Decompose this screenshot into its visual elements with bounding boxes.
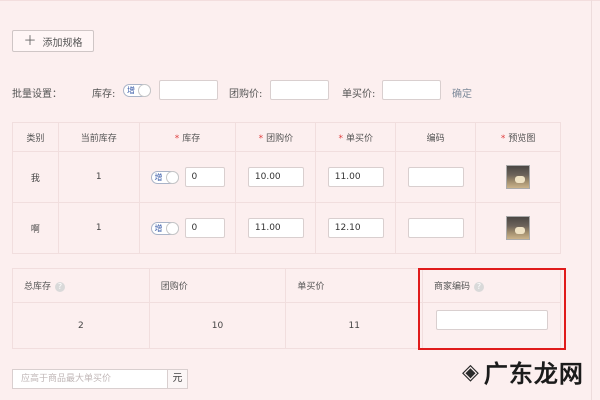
watermark-text: 广东龙网 bbox=[483, 359, 584, 388]
summary-header-single-price: 单买价 bbox=[285, 268, 424, 303]
toggle-knob bbox=[138, 84, 151, 97]
group-price-input[interactable]: 11.00 bbox=[247, 218, 304, 238]
price-unit-label: 元 bbox=[167, 369, 188, 389]
row-code-cell bbox=[395, 151, 477, 203]
code-input[interactable] bbox=[407, 167, 464, 187]
watermark-icon: ◈ bbox=[462, 358, 480, 385]
header-code: 编码 bbox=[395, 122, 477, 152]
single-price-input[interactable]: 12.10 bbox=[327, 218, 384, 238]
batch-group-price-input[interactable] bbox=[270, 80, 329, 100]
batch-title: 批量设置： bbox=[12, 89, 62, 100]
toggle-knob bbox=[165, 221, 179, 235]
help-icon[interactable]: ? bbox=[55, 281, 66, 292]
row-code-cell bbox=[395, 202, 477, 254]
header-stock-label: 库存 bbox=[182, 133, 201, 144]
required-marker: * bbox=[258, 133, 264, 144]
row-category: 啊 bbox=[12, 202, 59, 254]
toggle-text: 增 bbox=[154, 172, 163, 182]
row-preview-cell bbox=[475, 202, 561, 254]
right-divider bbox=[591, 0, 592, 400]
row-preview-cell bbox=[475, 151, 561, 203]
header-group-price-label: 团购价 bbox=[266, 133, 294, 144]
preview-thumbnail[interactable] bbox=[506, 165, 531, 189]
header-preview-label: 预览图 bbox=[508, 133, 536, 144]
summary-single-price: 11 bbox=[285, 302, 424, 349]
summary-header-group-price: 团购价 bbox=[148, 268, 287, 303]
batch-group-price-label: 团购价: bbox=[229, 89, 263, 100]
stock-input[interactable]: 0 bbox=[184, 167, 225, 187]
toggle-text: 增 bbox=[154, 223, 163, 233]
summary-header-total-stock: 总库存? bbox=[12, 268, 150, 303]
row-group-price-cell: 11.00 bbox=[235, 202, 317, 254]
stock-input[interactable]: 0 bbox=[184, 218, 225, 238]
code-input[interactable] bbox=[407, 218, 464, 238]
reference-price-input[interactable]: 应高于商品最大单买价 bbox=[12, 369, 167, 389]
header-preview: * 预览图 bbox=[475, 122, 561, 152]
highlight-annotation-box bbox=[418, 268, 566, 350]
row-category: 我 bbox=[12, 151, 59, 203]
stock-increase-toggle[interactable]: 增 bbox=[150, 221, 179, 235]
row-current-stock: 1 bbox=[57, 202, 140, 254]
row-stock-cell: 增0 bbox=[138, 202, 237, 254]
row-group-price-cell: 10.00 bbox=[235, 151, 317, 203]
header-category: 类别 bbox=[12, 122, 59, 152]
stock-increase-toggle[interactable]: 增 bbox=[150, 170, 179, 184]
spec-table: 类别 当前库存 * 库存 * 团购价 * 单买价 编码 * 预览图 我 1 增0 10.… bbox=[12, 122, 561, 254]
header-group-price: * 团购价 bbox=[235, 122, 317, 152]
header-stock: * 库存 bbox=[138, 122, 237, 152]
single-price-input[interactable]: 11.00 bbox=[327, 167, 384, 187]
header-single-price-label: 单买价 bbox=[346, 133, 374, 144]
spec-table-header-row: 类别 当前库存 * 库存 * 团购价 * 单买价 编码 * 预览图 bbox=[12, 122, 561, 152]
row-single-price-cell: 11.00 bbox=[315, 151, 397, 203]
summary-total-stock: 2 bbox=[12, 302, 150, 349]
batch-toggle-text: 增 bbox=[127, 86, 135, 95]
batch-stock-label: 库存: bbox=[92, 89, 116, 100]
preview-thumbnail[interactable] bbox=[506, 216, 531, 240]
add-spec-label: 添加规格 bbox=[42, 37, 83, 49]
summary-group-price: 10 bbox=[148, 302, 287, 349]
batch-stock-input[interactable] bbox=[159, 80, 218, 100]
row-current-stock: 1 bbox=[57, 151, 140, 203]
table-row: 我 1 增0 10.00 11.00 bbox=[12, 151, 561, 203]
group-price-input[interactable]: 10.00 bbox=[247, 167, 304, 187]
summary-header-label: 总库存 bbox=[24, 282, 52, 292]
plus-icon: ＋ bbox=[23, 33, 37, 49]
toggle-knob bbox=[165, 170, 179, 184]
required-marker: * bbox=[500, 133, 506, 144]
batch-single-price-input[interactable] bbox=[382, 80, 441, 100]
row-single-price-cell: 12.10 bbox=[315, 202, 397, 254]
batch-confirm-link[interactable]: 确定 bbox=[452, 85, 472, 100]
batch-settings-row: 批量设置： 库存: 增 团购价: 单买价: 确定 bbox=[12, 79, 560, 103]
required-marker: * bbox=[174, 133, 180, 144]
table-row: 啊 1 增0 11.00 12.10 bbox=[12, 202, 561, 254]
required-marker: * bbox=[338, 133, 344, 144]
top-divider bbox=[0, 0, 600, 1]
add-spec-button[interactable]: ＋ 添加规格 bbox=[12, 30, 94, 52]
header-single-price: * 单买价 bbox=[315, 122, 397, 152]
header-current-stock: 当前库存 bbox=[57, 122, 140, 152]
batch-stock-toggle[interactable]: 增 bbox=[123, 84, 151, 97]
batch-single-price-label: 单买价: bbox=[342, 89, 376, 100]
watermark-logo: ◈ 广东龙网 bbox=[462, 354, 584, 389]
row-stock-cell: 增0 bbox=[138, 151, 237, 203]
